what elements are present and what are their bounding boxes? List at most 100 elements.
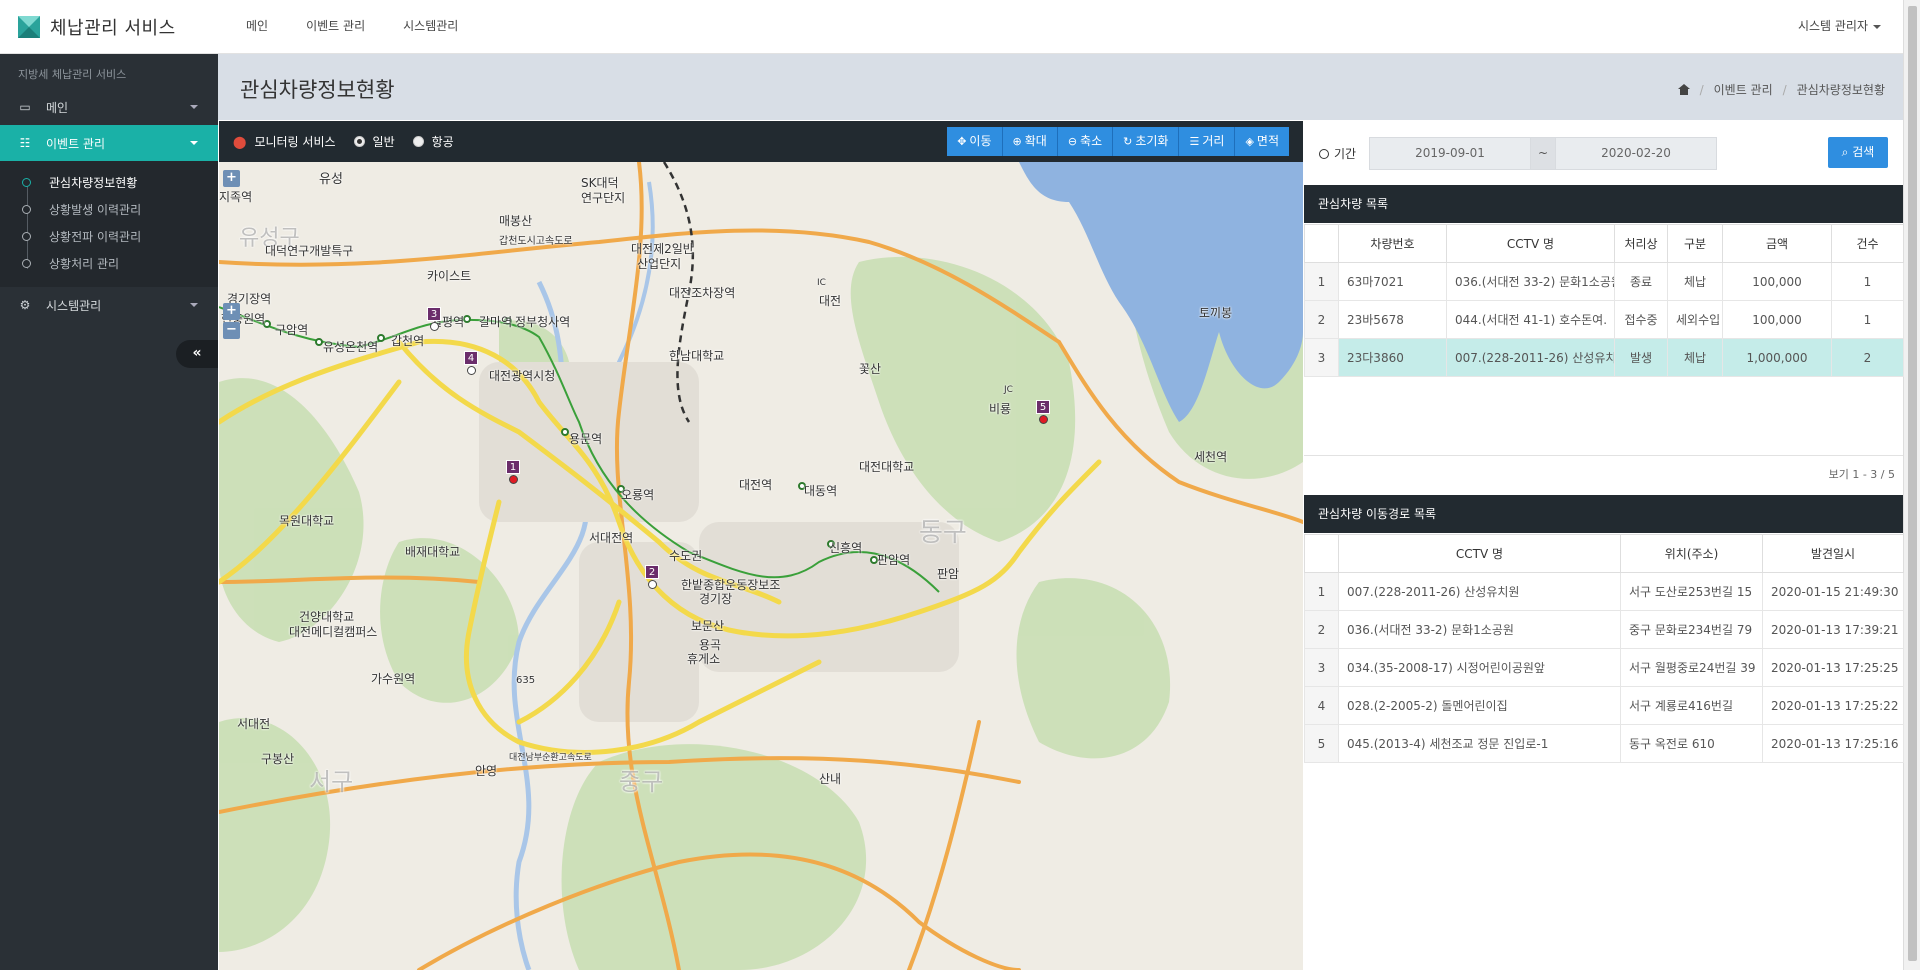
submenu-item-occurrence-history[interactable]: 상황발생 이력관리 (0, 196, 218, 223)
map-label: 대전대학교 (859, 460, 915, 474)
circle-icon (22, 178, 31, 187)
radio-aerial[interactable]: 항공 (412, 133, 454, 150)
radio-normal[interactable]: 일반 (353, 133, 395, 150)
map-area-button[interactable]: ◈ 면적 (1235, 127, 1289, 156)
map-reset-button[interactable]: ↻ 초기화 (1113, 127, 1180, 156)
column-header[interactable]: 금액 (1722, 224, 1832, 263)
date-to-input[interactable]: 2020-02-20 (1555, 137, 1717, 170)
topmenu-main[interactable]: 메인 (232, 0, 282, 54)
route-marker[interactable]: 1 (506, 460, 520, 484)
search-bar: 기간 2019-09-01 ~ 2020-02-20 ⌕ 검색 (1305, 121, 1903, 185)
map-label: 대전메디컬캠퍼스 (289, 625, 378, 639)
table-cell: 2020-01-13 17:25:16 (1762, 724, 1904, 763)
submenu-item-propagation-history[interactable]: 상황전파 이력관리 (0, 223, 218, 250)
map-label: 유성온천역 (323, 340, 379, 354)
user-menu[interactable]: 시스템 관리자 (1798, 0, 1881, 52)
column-header[interactable]: CCTV 명 (1338, 534, 1621, 573)
page-scrollbar[interactable] (1903, 0, 1920, 970)
table-cell: 3 (1304, 648, 1339, 687)
column-header[interactable]: CCTV 명 (1446, 224, 1615, 263)
column-header[interactable]: 차량번호 (1338, 224, 1447, 263)
table-row[interactable]: 3 034.(35-2008-17) 시정어린이공원앞 서구 월평중로24번길 39… (1304, 648, 1904, 687)
route-marker[interactable]: 2 (645, 565, 659, 589)
map-label: 갑천도시고속도로 (499, 236, 573, 247)
table-row[interactable]: 1 63마7021 036.(서대전 33-2) 문화1소공원 종료 체납 100,000… (1304, 262, 1904, 301)
sidebar-submenu: 관심차량정보현황 상황발생 이력관리 상황전파 이력관리 상황처리 관리 (0, 161, 218, 287)
sidebar-item-system[interactable]: ⚙ 시스템관리 (0, 287, 218, 323)
submenu-item-vehicle-status[interactable]: 관심차량정보현황 (0, 169, 218, 196)
brand[interactable]: 체납관리 서비스 (18, 14, 176, 40)
submenu-item-processing[interactable]: 상황처리 관리 (0, 250, 218, 277)
table-cell: 034.(35-2008-17) 시정어린이공원앞 (1338, 648, 1621, 687)
map-label: 경기장 (699, 592, 733, 606)
map-label: 매봉산 (499, 214, 533, 228)
table-cell: 체납 (1667, 262, 1723, 301)
sidebar-item-event[interactable]: ☷ 이벤트 관리 (0, 125, 218, 161)
map-move-button[interactable]: ✥ 이동 (947, 127, 1003, 156)
column-header[interactable]: 구분 (1667, 224, 1723, 263)
table-row[interactable]: 2 23바5678 044.(서대전 41-1) 호수돈여. 접수중 세외수입 100,0… (1304, 300, 1904, 339)
sidebar-collapse-button[interactable]: « (176, 340, 218, 368)
map-label: 동구 (919, 518, 967, 548)
table-row[interactable]: 1 007.(228-2011-26) 산성유치원 서구 도산로253번길 15 20… (1304, 572, 1904, 611)
map-canvas[interactable]: 유성 지족역 SK대덕 연구단지 매봉산 유성구 대덕연구개발특구 카이스트 대전제2일반 산업단… (219, 162, 1303, 970)
search-button[interactable]: ⌕ 검색 (1828, 137, 1888, 168)
radio-unchecked-icon (412, 136, 424, 147)
column-header[interactable]: 위치(주소) (1620, 534, 1763, 573)
topmenu-system[interactable]: 시스템관리 (389, 0, 472, 54)
table-cell: 체납 (1667, 338, 1723, 377)
breadcrumb-item[interactable]: 이벤트 관리 (1714, 81, 1773, 98)
scrollbar-thumb[interactable] (1908, 6, 1917, 961)
button-label: 거리 (1202, 134, 1225, 148)
map-zoom-in-button[interactable]: ⊕ 확대 (1002, 127, 1058, 156)
map-label: 구봉산 (261, 752, 295, 766)
map-label: 유성 (319, 172, 343, 187)
table-row[interactable]: 2 036.(서대전 33-2) 문화1소공원 중구 문화로234번길 79 2020… (1304, 610, 1904, 649)
sidebar-item-label: 이벤트 관리 (46, 136, 106, 151)
route-marker[interactable]: 3 (427, 307, 441, 331)
marker-pin-icon (648, 580, 657, 589)
table-row[interactable]: 5 045.(2013-4) 세천조교 정문 진입로-1 동구 옥전로 610 202… (1304, 724, 1904, 763)
circle-icon (22, 232, 31, 241)
column-header (1304, 224, 1339, 263)
map-zoom-out-button[interactable]: ⊖ 축소 (1057, 127, 1114, 156)
topmenu-event[interactable]: 이벤트 관리 (292, 0, 379, 54)
map-zoom-in-control-2[interactable]: + (223, 303, 240, 320)
marker-pin-icon (1039, 415, 1048, 424)
sidebar-item-label: 메인 (46, 100, 69, 115)
map-label: 산업단지 (637, 257, 682, 271)
table-cell: 1,000,000 (1722, 338, 1832, 377)
move-icon: ✥ (957, 135, 967, 148)
home-icon[interactable] (1677, 84, 1690, 95)
page-title: 관심차량정보현황 (240, 78, 395, 102)
map-zoom-in-control[interactable]: + (223, 170, 240, 187)
column-header[interactable]: 처리상 (1614, 224, 1668, 263)
map-label: 대전광역시청 (489, 369, 556, 383)
map-label: 판암 (937, 567, 960, 581)
map-label: 대동역 (804, 484, 838, 498)
column-header[interactable]: 발견일시 (1762, 534, 1904, 573)
table-cell: 세외수입 (1667, 300, 1723, 339)
map-label: 보문산 (691, 619, 725, 633)
table-cell: 서구 도산로253번길 15 (1620, 572, 1763, 611)
table-cell: 1 (1304, 572, 1339, 611)
date-from-input[interactable]: 2019-09-01 (1369, 137, 1531, 170)
route-marker[interactable]: 5 (1036, 400, 1050, 424)
circle-icon (22, 259, 31, 268)
divider (1304, 455, 1903, 456)
map-label: 서대전역 (589, 531, 634, 545)
table-cell: 2020-01-15 21:49:30 (1762, 572, 1904, 611)
table-cell: 1 (1831, 262, 1904, 301)
map-distance-button[interactable]: ☰ 거리 (1179, 127, 1236, 156)
sidebar-item-main[interactable]: ▭ 메인 (0, 89, 218, 125)
table-row[interactable]: 4 028.(2-2005-2) 돌멘어린이집 서구 계룡로416번길 2020-01… (1304, 686, 1904, 725)
table-row[interactable]: 3 23다3860 007.(228-2011-26) 산성유치원 발생 체납 1,000… (1304, 338, 1904, 377)
submenu-label: 상황전파 이력관리 (49, 230, 142, 244)
map-zoom-out-control[interactable]: − (223, 322, 240, 339)
sidebar-item-label: 시스템관리 (46, 298, 102, 313)
column-header[interactable]: 건수 (1831, 224, 1904, 263)
marker-pin-icon (467, 366, 476, 375)
gears-icon: ⚙ (19, 298, 31, 312)
route-marker[interactable]: 4 (464, 351, 478, 375)
map-label: 대덕연구개발특구 (265, 244, 354, 258)
